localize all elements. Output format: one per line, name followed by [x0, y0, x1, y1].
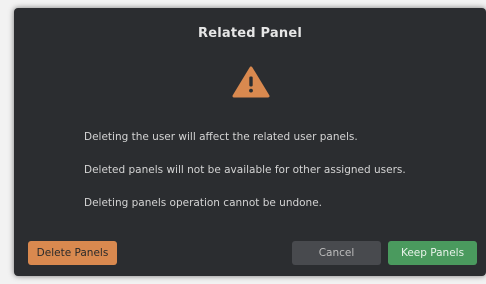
delete-panels-button[interactable]: Delete Panels	[28, 241, 117, 265]
dialog-messages: Deleting the user will affect the relate…	[84, 130, 474, 229]
message-affect-related-panels: Deleting the user will affect the relate…	[84, 131, 358, 143]
keep-panels-button[interactable]: Keep Panels	[388, 241, 477, 265]
dialog-title: Related Panel	[198, 26, 302, 41]
message-cannot-undo: Deleting panels operation cannot be undo…	[84, 197, 323, 209]
cancel-button[interactable]: Cancel	[292, 241, 381, 265]
warning-triangle-icon	[232, 66, 270, 98]
message-not-available: Deleted panels will not be available for…	[84, 164, 406, 176]
related-panel-dialog: Related Panel Deleting the user will aff…	[14, 8, 486, 276]
